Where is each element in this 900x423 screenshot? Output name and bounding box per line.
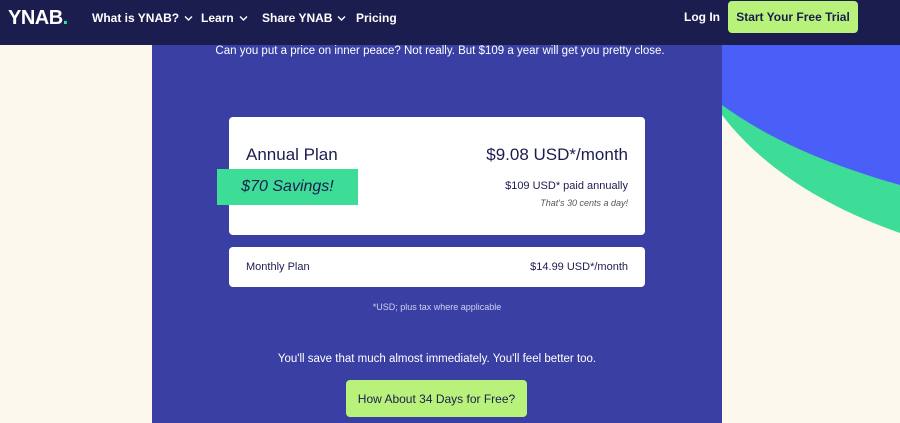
annual-plan-price: $9.08 USD*/month <box>486 145 628 164</box>
nav-item-label: Pricing <box>356 11 397 25</box>
annual-plan-title: Annual Plan <box>246 145 338 164</box>
monthly-plan-price: $14.99 USD*/month <box>530 261 628 273</box>
nav-item-pricing[interactable]: Pricing <box>356 10 397 26</box>
start-free-trial-button[interactable]: Start Your Free Trial <box>728 1 858 33</box>
nav-item-what-is-ynab[interactable]: What is YNAB? <box>92 10 193 26</box>
nav-item-label: What is YNAB? <box>92 11 180 25</box>
nav-item-learn[interactable]: Learn <box>201 10 248 26</box>
chevron-down-icon <box>337 14 346 22</box>
top-nav: YNAB. What is YNAB? Learn Share YNAB Pri… <box>0 0 900 45</box>
savings-badge: $70 Savings! <box>217 169 358 205</box>
nav-item-label: Learn <box>201 11 234 25</box>
logo-dot: . <box>62 7 69 29</box>
nav-item-label: Share YNAB <box>262 11 333 25</box>
pricing-panel: Can you put a price on inner peace? Not … <box>152 45 722 423</box>
logo-text: YNAB <box>8 7 63 29</box>
monthly-plan-card[interactable]: Monthly Plan $14.99 USD*/month <box>229 247 645 287</box>
nav-item-share-ynab[interactable]: Share YNAB <box>262 10 346 26</box>
ynab-logo[interactable]: YNAB. <box>8 8 68 28</box>
price-footnote: *USD; plus tax where applicable <box>372 302 502 312</box>
annual-daily-note: That's 30 cents a day! <box>540 198 628 208</box>
chevron-down-icon <box>239 14 248 22</box>
login-link[interactable]: Log In <box>684 10 720 24</box>
monthly-plan-title: Monthly Plan <box>246 261 310 273</box>
savings-message: You'll save that much almost immediately… <box>277 353 597 365</box>
annual-billing-text: $109 USD* paid annually <box>505 180 628 192</box>
free-trial-cta-button[interactable]: How About 34 Days for Free? <box>346 380 527 417</box>
chevron-down-icon <box>184 14 193 22</box>
pricing-tagline: Can you put a price on inner peace? Not … <box>215 45 665 57</box>
